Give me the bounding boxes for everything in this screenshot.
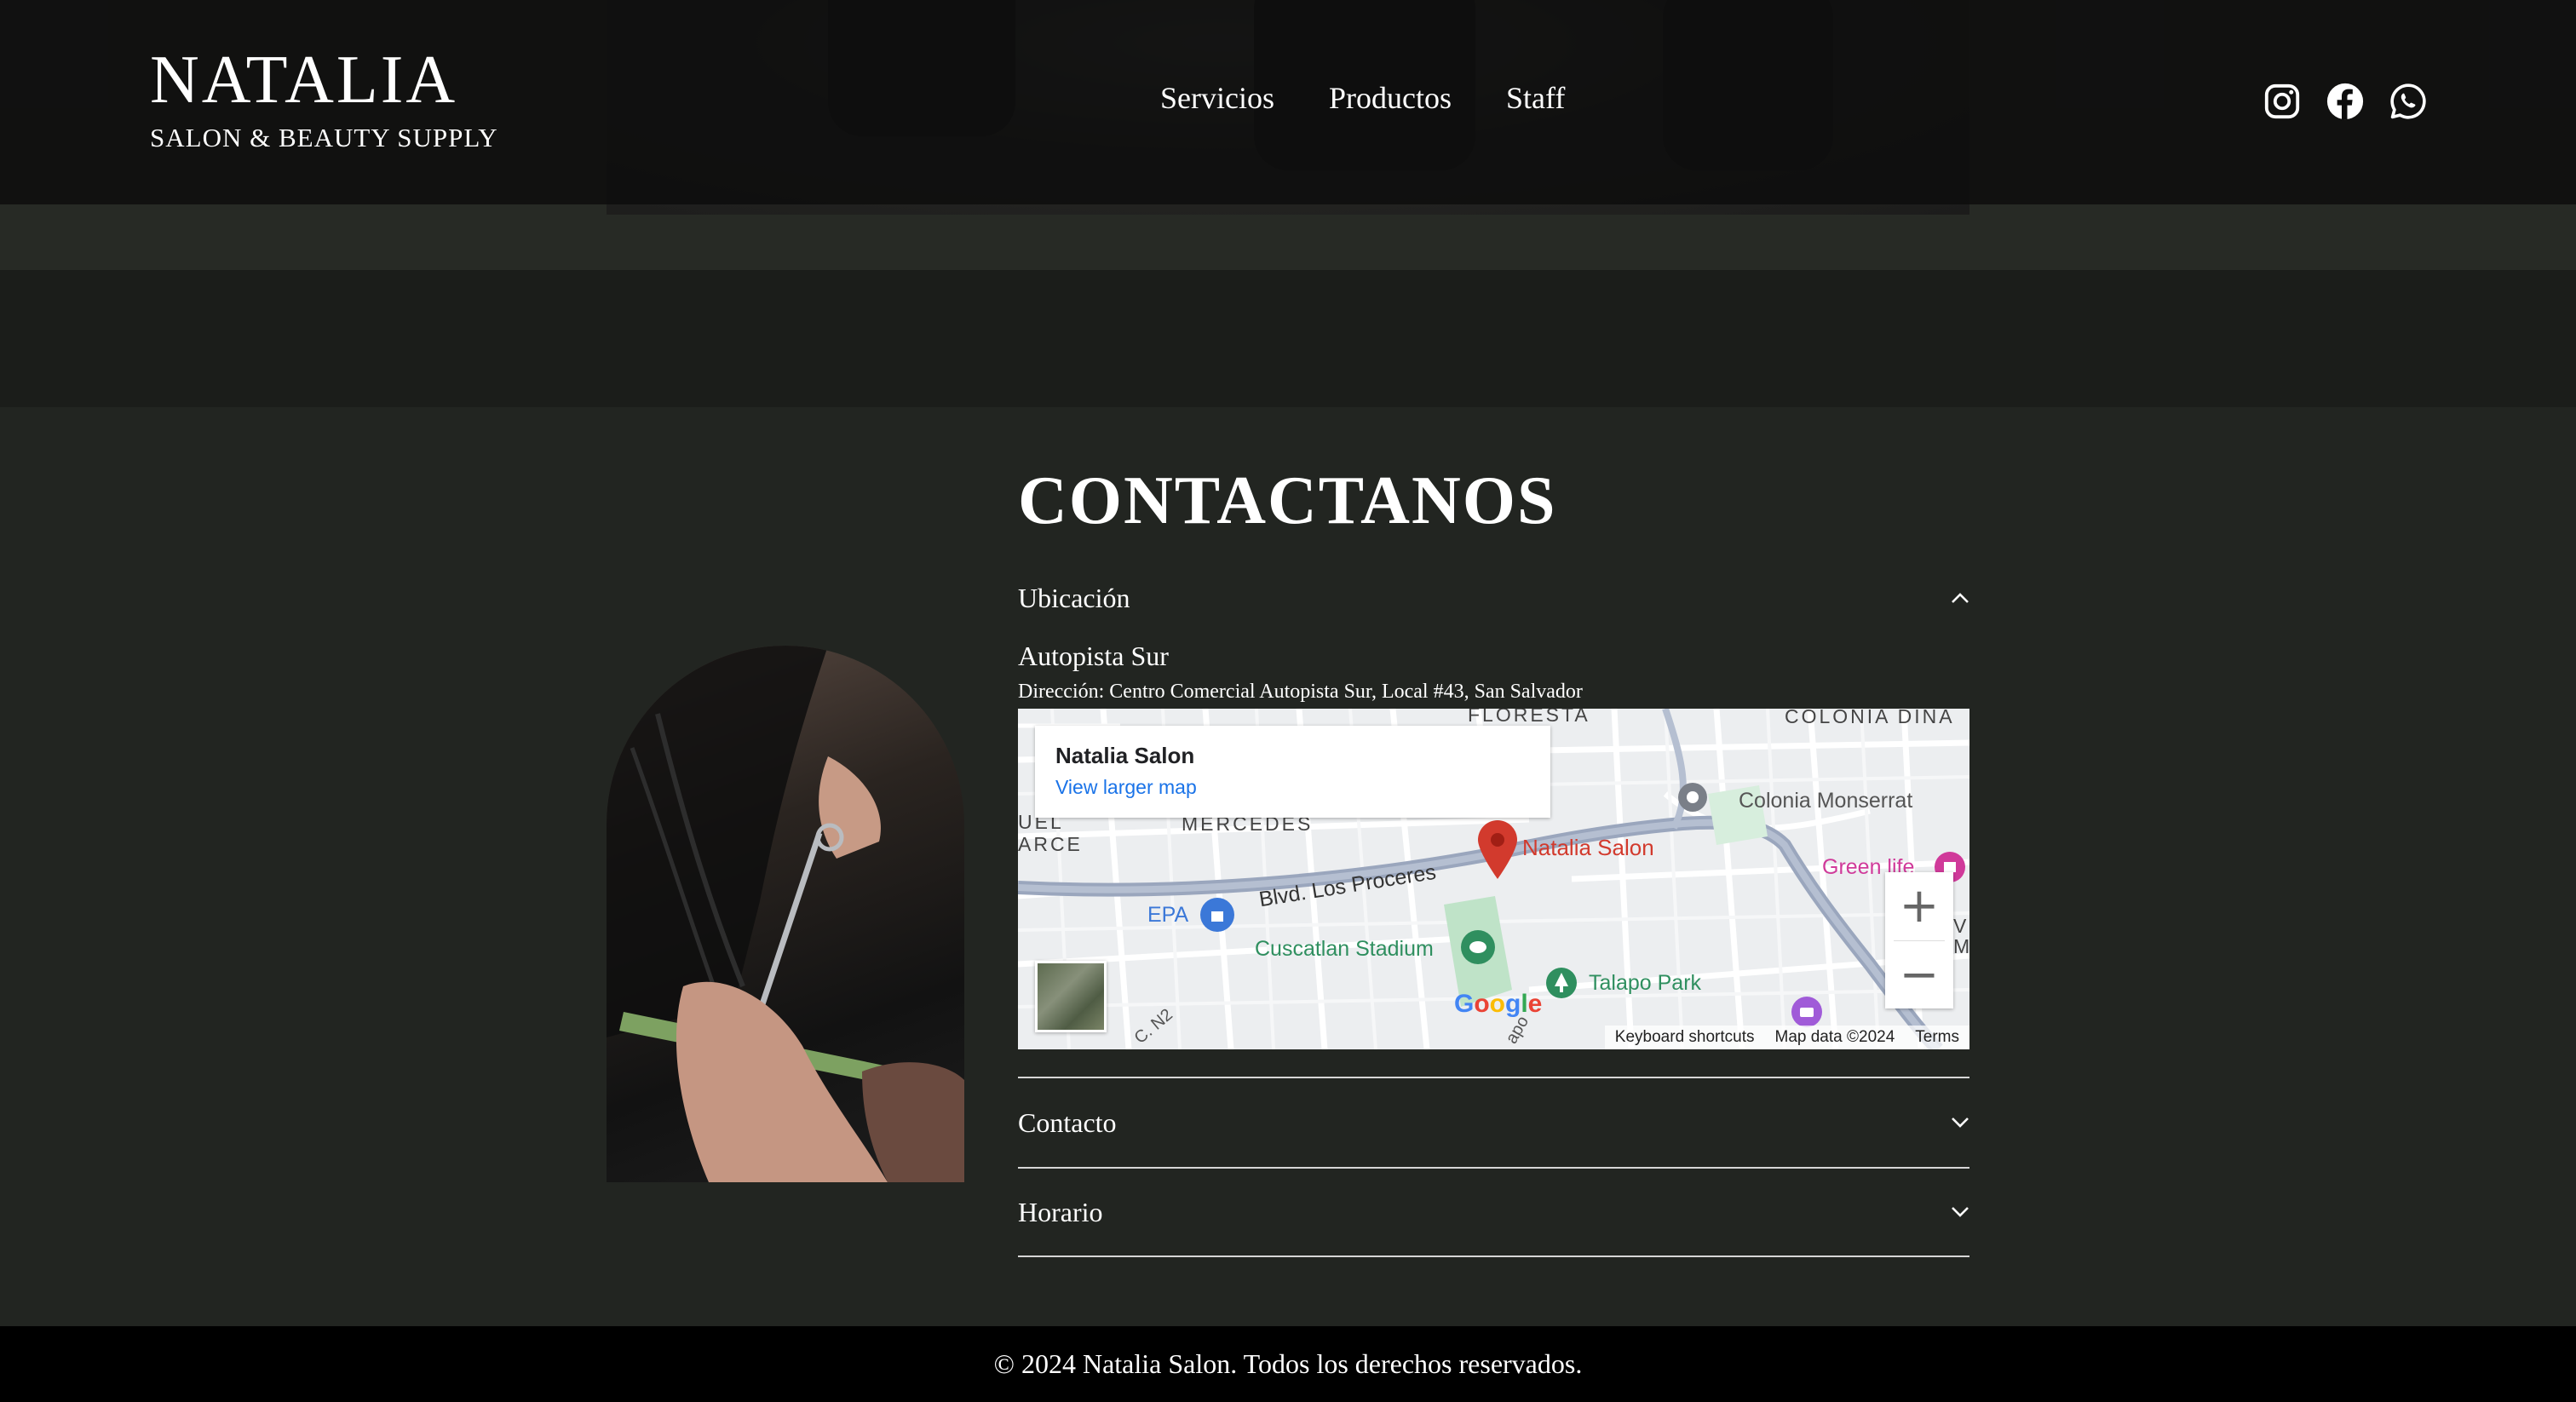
location-name: Autopista Sur (1018, 641, 1169, 671)
brand-title: NATALIA (150, 43, 458, 118)
map-pin-icon[interactable] (1476, 819, 1519, 881)
accordion-horario-header[interactable]: Horario (1018, 1192, 1969, 1232)
camera-poi-icon (1791, 997, 1822, 1027)
map-label-vi: VI (1953, 915, 1969, 937)
copyright-text: © 2024 Natalia Salon. Todos los derechos… (993, 1348, 1583, 1379)
zoom-out-button[interactable]: − (1885, 941, 1953, 1009)
facebook-icon[interactable] (2326, 82, 2365, 121)
site-header: NATALIA SALON & BEAUTY SUPPLY Servicios … (0, 0, 2576, 204)
nav-productos[interactable]: Productos (1329, 80, 1452, 116)
map-info-card: Natalia Salon View larger map (1035, 726, 1550, 818)
accordion-label: Contacto (1018, 1106, 1117, 1138)
map-attribution-bar: Keyboard shortcuts Map data ©2024 Terms (1604, 1026, 1969, 1049)
map-label-colonia-dina: COLONIA DINA (1785, 709, 1955, 727)
terms-link[interactable]: Terms (1915, 1028, 1959, 1047)
site-footer: © 2024 Natalia Salon. Todos los derechos… (0, 1326, 2576, 1402)
map-label-colonia-monserrat: Colonia Monserrat (1739, 789, 1913, 813)
whatsapp-icon[interactable] (2389, 82, 2428, 121)
accordion-ubicacion: Ubicación Autopista Sur Dirección: Centr… (1018, 577, 1969, 1077)
map-data-text: Map data ©2024 (1774, 1028, 1895, 1046)
nav-staff[interactable]: Staff (1506, 80, 1565, 116)
haircut-photo (607, 646, 964, 1182)
map-label-cuscatlan: Cuscatlan Stadium (1255, 937, 1434, 961)
satellite-toggle[interactable] (1035, 961, 1107, 1032)
location-address: Dirección: Centro Comercial Autopista Su… (1018, 681, 1583, 703)
brand-logo[interactable]: NATALIA SALON & BEAUTY SUPPLY (150, 46, 498, 153)
zoom-in-button[interactable]: + (1885, 872, 1953, 940)
map-place-name: Natalia Salon (1055, 743, 1195, 768)
map-zoom-controls: + − (1885, 872, 1953, 1008)
contact-section: CONTACTANOS Ubicación Autopista Sur Dire… (1018, 467, 1969, 1257)
accordion-contacto-header[interactable]: Contacto (1018, 1102, 1969, 1143)
accordion-label: Ubicación (1018, 582, 1130, 613)
dark-band (0, 270, 2576, 407)
accordion-label: Horario (1018, 1196, 1103, 1227)
chevron-down-icon (1952, 1207, 1969, 1217)
instagram-icon[interactable] (2263, 82, 2302, 121)
google-logo: Google (1454, 990, 1543, 1018)
stadium-icon (1461, 930, 1495, 964)
map-label-talapo: Talapo Park (1589, 971, 1702, 995)
keyboard-shortcuts-link[interactable]: Keyboard shortcuts (1615, 1028, 1755, 1047)
nav-servicios[interactable]: Servicios (1160, 80, 1274, 116)
accordion-contacto: Contacto (1018, 1077, 1969, 1167)
map-label-epa: EPA (1147, 903, 1189, 927)
contact-title: CONTACTANOS (1018, 463, 1557, 538)
embedded-map[interactable]: FLORESTA COLONIA DINA UEL ARCE MERCEDES … (1018, 709, 1969, 1049)
accordion-horario: Horario (1018, 1167, 1969, 1257)
map-label-floresta: FLORESTA (1468, 709, 1590, 726)
main-nav: Servicios Productos Staff (1160, 80, 1565, 116)
map-marker-icon (1678, 783, 1707, 812)
view-larger-map-link[interactable]: View larger map (1055, 776, 1530, 799)
chevron-up-icon (1952, 593, 1969, 603)
park-icon (1546, 968, 1577, 998)
brand-subtitle: SALON & BEAUTY SUPPLY (150, 123, 498, 152)
social-links (2263, 82, 2428, 121)
chevron-down-icon (1952, 1118, 1969, 1128)
accordion-ubicacion-header[interactable]: Ubicación (1018, 577, 1969, 618)
map-label-mc: MC (1953, 935, 1969, 957)
map-label-natalia-salon: Natalia Salon (1522, 835, 1654, 860)
shopping-bag-icon (1200, 898, 1234, 932)
map-label-arce: ARCE (1018, 833, 1083, 855)
